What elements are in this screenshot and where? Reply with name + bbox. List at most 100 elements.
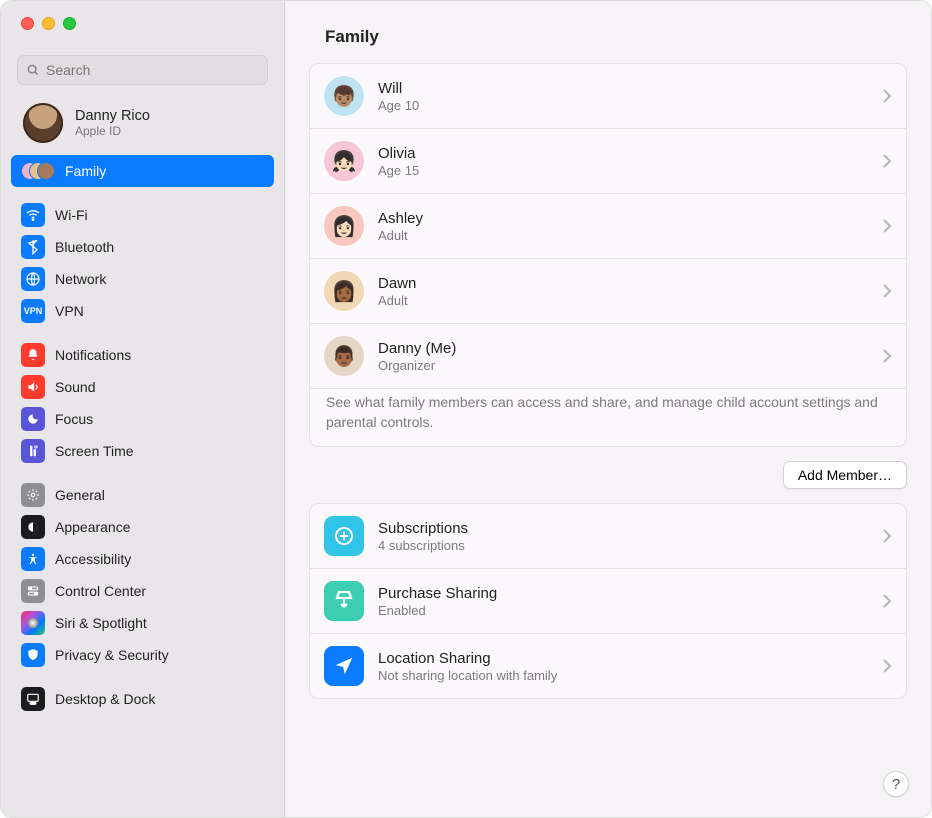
close-window-button[interactable]	[21, 17, 34, 30]
sidebar-item-label: General	[55, 487, 105, 503]
desktopdock-icon	[21, 687, 45, 711]
member-name: Ashley	[378, 210, 868, 227]
feature-title: Purchase Sharing	[378, 585, 868, 602]
sidebar-item-notifications[interactable]: Notifications	[11, 339, 274, 371]
chevron-right-icon	[882, 154, 892, 168]
sidebar-item-family[interactable]: Family	[11, 155, 274, 187]
sidebar-item-focus[interactable]: Focus	[11, 403, 274, 435]
search-field[interactable]	[17, 55, 268, 85]
apple-id-row[interactable]: Danny Rico Apple ID	[1, 93, 284, 151]
sound-icon	[21, 375, 45, 399]
feature-subtitle: 4 subscriptions	[378, 538, 868, 553]
network-icon	[21, 267, 45, 291]
chevron-right-icon	[882, 594, 892, 608]
sidebar-item-label: Siri & Spotlight	[55, 615, 147, 631]
family-member-row[interactable]: 👩🏻 AshleyAdult	[310, 193, 906, 258]
chevron-right-icon	[882, 284, 892, 298]
member-avatar: 👧🏻	[324, 141, 364, 181]
feature-row-purchase-sharing[interactable]: Purchase SharingEnabled	[310, 568, 906, 633]
minimize-window-button[interactable]	[42, 17, 55, 30]
sidebar-item-label: Bluetooth	[55, 239, 114, 255]
main-content: Family 👦🏽WillAge 10👧🏻OliviaAge 15👩🏻Ashle…	[285, 1, 931, 817]
window-controls	[1, 1, 284, 41]
family-member-row[interactable]: 👩🏾 DawnAdult	[310, 258, 906, 323]
sidebar-item-vpn[interactable]: VPN VPN	[11, 295, 274, 327]
notifications-icon	[21, 343, 45, 367]
help-button[interactable]: ?	[883, 771, 909, 797]
sidebar-item-appearance[interactable]: Appearance	[11, 511, 274, 543]
family-member-row[interactable]: 👦🏽WillAge 10	[310, 64, 906, 128]
sidebar-item-label: Control Center	[55, 583, 146, 599]
add-member-button[interactable]: Add Member…	[783, 461, 907, 489]
accessibility-icon	[21, 547, 45, 571]
chevron-right-icon	[882, 89, 892, 103]
member-subtitle: Adult	[378, 293, 868, 308]
family-member-row[interactable]: 👨🏾 Danny (Me)Organizer	[310, 323, 906, 388]
member-name: Olivia	[378, 145, 868, 162]
search-icon	[26, 63, 40, 77]
members-footer-note: See what family members can access and s…	[310, 388, 906, 446]
privacy-icon	[21, 643, 45, 667]
profile-subtitle: Apple ID	[75, 124, 150, 138]
sidebar-item-accessibility[interactable]: Accessibility	[11, 543, 274, 575]
zoom-window-button[interactable]	[63, 17, 76, 30]
sidebar-item-privacy-security[interactable]: Privacy & Security	[11, 639, 274, 671]
sidebar-item-network[interactable]: Network	[11, 263, 274, 295]
general-icon	[21, 483, 45, 507]
sidebar-item-sound[interactable]: Sound	[11, 371, 274, 403]
member-name: Will	[378, 80, 868, 97]
screentime-icon	[21, 439, 45, 463]
sidebar-item-siri-spotlight[interactable]: Siri & Spotlight	[11, 607, 274, 639]
chevron-right-icon	[882, 349, 892, 363]
feature-row-subscriptions[interactable]: Subscriptions4 subscriptions	[310, 504, 906, 568]
purchase-icon	[324, 581, 364, 621]
siri-icon	[21, 611, 45, 635]
vpn-icon: VPN	[21, 299, 45, 323]
sidebar-item-label: VPN	[55, 303, 84, 319]
sidebar-item-label: Accessibility	[55, 551, 131, 567]
member-avatar: 👩🏾	[324, 271, 364, 311]
member-name: Dawn	[378, 275, 868, 292]
chevron-right-icon	[882, 529, 892, 543]
sidebar-item-label: Network	[55, 271, 106, 287]
feature-subtitle: Not sharing location with family	[378, 668, 868, 683]
sidebar-item-screen-time[interactable]: Screen Time	[11, 435, 274, 467]
sidebar-item-label: Privacy & Security	[55, 647, 169, 663]
focus-icon	[21, 407, 45, 431]
page-title: Family	[285, 1, 931, 63]
sidebar-item-wi-fi[interactable]: Wi-Fi	[11, 199, 274, 231]
member-avatar: 👩🏻	[324, 206, 364, 246]
sidebar-item-label: Sound	[55, 379, 95, 395]
member-name: Danny (Me)	[378, 340, 868, 357]
chevron-right-icon	[882, 219, 892, 233]
appearance-icon	[21, 515, 45, 539]
sidebar-item-control-center[interactable]: Control Center	[11, 575, 274, 607]
sidebar-nav: Family Wi-Fi Bluetooth Network VPN VPN Notific…	[1, 151, 284, 715]
family-features-card: Subscriptions4 subscriptionsPurchase Sha…	[309, 503, 907, 699]
feature-title: Location Sharing	[378, 650, 868, 667]
family-member-row[interactable]: 👧🏻 OliviaAge 15	[310, 128, 906, 193]
sidebar-item-general[interactable]: General	[11, 479, 274, 511]
sidebar-item-label: Screen Time	[55, 443, 134, 459]
chevron-right-icon	[882, 659, 892, 673]
member-subtitle: Organizer	[378, 358, 868, 373]
sidebar-item-label: Notifications	[55, 347, 131, 363]
feature-title: Subscriptions	[378, 520, 868, 537]
sidebar-item-bluetooth[interactable]: Bluetooth	[11, 231, 274, 263]
member-subtitle: Age 15	[378, 163, 868, 178]
feature-subtitle: Enabled	[378, 603, 868, 618]
search-input[interactable]	[46, 62, 259, 78]
profile-name: Danny Rico	[75, 108, 150, 124]
member-subtitle: Adult	[378, 228, 868, 243]
member-avatar: 👦🏽	[324, 76, 364, 116]
subscriptions-icon	[324, 516, 364, 556]
location-icon	[324, 646, 364, 686]
feature-row-location-sharing[interactable]: Location SharingNot sharing location wit…	[310, 633, 906, 698]
sidebar-item-label: Family	[65, 163, 106, 179]
sidebar-item-label: Focus	[55, 411, 93, 427]
sidebar-item-label: Wi-Fi	[55, 207, 88, 223]
controlcenter-icon	[21, 579, 45, 603]
member-avatar: 👨🏾	[324, 336, 364, 376]
profile-avatar	[23, 103, 63, 143]
sidebar-item-desktop-dock[interactable]: Desktop & Dock	[11, 683, 274, 715]
